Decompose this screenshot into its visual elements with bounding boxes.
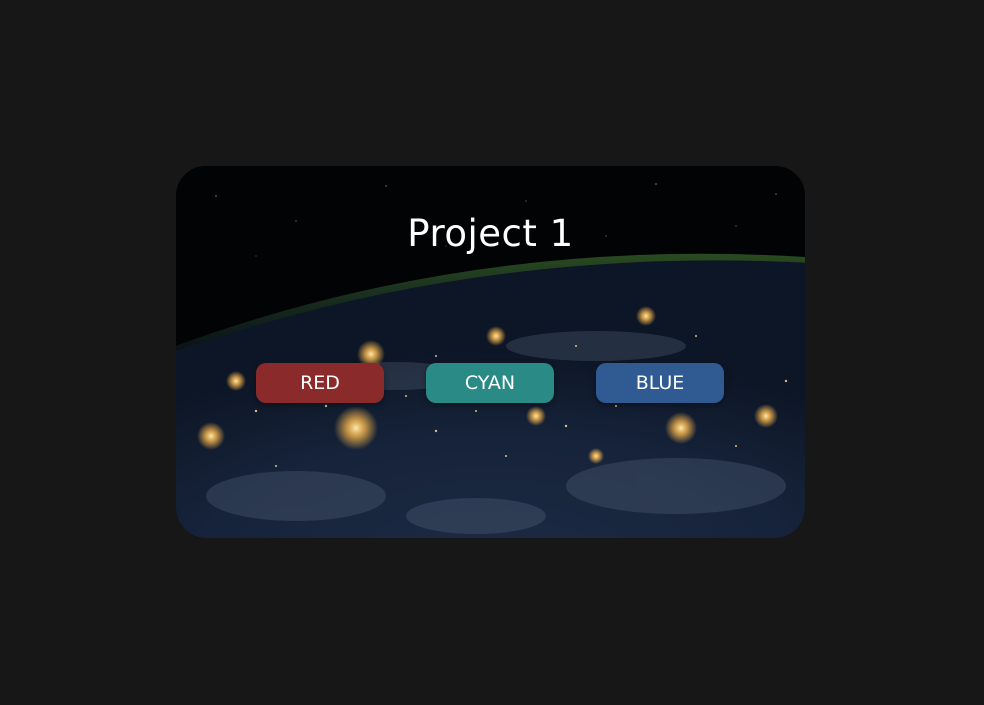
project-title: Project 1: [407, 212, 574, 255]
blue-button[interactable]: BLUE: [596, 363, 724, 403]
cyan-button[interactable]: CYAN: [426, 363, 554, 403]
red-button[interactable]: RED: [256, 363, 384, 403]
project-card: Project 1 RED CYAN BLUE: [176, 166, 805, 538]
